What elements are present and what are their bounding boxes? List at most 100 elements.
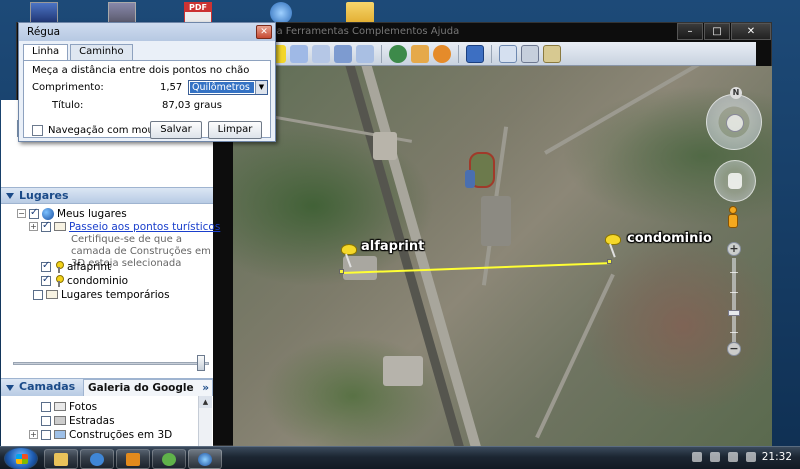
network-icon[interactable] (710, 452, 720, 462)
taskbar-explorer-button[interactable] (44, 449, 78, 469)
compass-control[interactable]: N (706, 87, 762, 150)
close-icon[interactable]: ✕ (256, 25, 272, 39)
layers-scrollbar[interactable]: ▲ (198, 396, 212, 446)
zoom-knob[interactable] (728, 310, 740, 316)
sunlight-icon[interactable] (411, 44, 429, 63)
historical-imagery-icon[interactable] (389, 44, 407, 63)
heading-value: 87,03 graus (162, 100, 222, 111)
tree-item-alfaprint[interactable]: alfaprint (41, 260, 111, 273)
layer-checkbox[interactable] (41, 401, 51, 412)
unit-select[interactable]: Quilômetros ▼ (188, 80, 268, 95)
chevron-right-icon[interactable]: » (202, 380, 209, 396)
print-icon[interactable] (521, 44, 539, 63)
tree-item-temp-places[interactable]: Lugares temporários (33, 288, 170, 301)
window-controls: – □ ✕ (676, 23, 771, 40)
tree-item-my-places[interactable]: − Meus lugares (17, 207, 127, 220)
overlay-tool-icon[interactable] (334, 44, 352, 63)
tab-line[interactable]: Linha (23, 44, 69, 61)
pushpin-alfaprint-icon[interactable] (341, 244, 357, 268)
tree-item-tour[interactable]: + Passeio aos pontos turísticos (29, 220, 220, 233)
taskbar-media-button[interactable] (116, 449, 150, 469)
hand-icon[interactable] (728, 173, 742, 189)
temp-places-checkbox[interactable] (33, 289, 43, 300)
tab-path[interactable]: Caminho (70, 44, 133, 60)
tree-item-condominio[interactable]: condominio (41, 274, 128, 287)
tray-arrow-icon[interactable] (692, 452, 702, 462)
layer-checkbox[interactable] (41, 415, 51, 426)
pushpin-icon (54, 260, 64, 273)
mouse-nav-checkbox[interactable] (32, 125, 43, 136)
opacity-slider-thumb[interactable] (197, 355, 205, 371)
condominio-label: condominio (67, 274, 129, 287)
browser-desktop-icon[interactable] (270, 2, 292, 24)
taskbar-messenger-button[interactable] (152, 449, 186, 469)
chevron-down-icon[interactable]: ▼ (255, 81, 267, 94)
zoom-in-button[interactable]: + (727, 242, 741, 256)
measure-end-point (607, 259, 612, 264)
ruler-tool-icon[interactable] (466, 44, 484, 63)
layer-checkbox[interactable] (41, 429, 51, 440)
save-button[interactable]: Salvar (150, 121, 202, 139)
pegman-body (728, 214, 738, 228)
planets-icon[interactable] (433, 44, 451, 63)
ruler-tabs: Linha Caminho (23, 44, 135, 61)
look-eye-icon[interactable] (726, 114, 744, 132)
collapse-icon[interactable]: − (17, 209, 26, 218)
clock[interactable]: 21:32 (762, 451, 792, 463)
toolbar-separator (491, 44, 492, 63)
road (535, 273, 615, 439)
layer-label: Estradas (69, 414, 115, 427)
layer-item[interactable]: Estradas (41, 414, 115, 427)
zoom-slider[interactable]: + − (727, 242, 741, 358)
scroll-up-icon[interactable]: ▲ (199, 396, 212, 408)
places-header-label: Lugares (19, 189, 69, 202)
maps-view-icon[interactable] (543, 44, 561, 63)
email-icon[interactable] (499, 44, 517, 63)
expand-icon[interactable]: + (29, 222, 38, 231)
ruler-title-bar[interactable]: Régua ✕ (19, 23, 275, 41)
zoom-out-button[interactable]: − (727, 342, 741, 356)
flag-icon[interactable] (728, 452, 738, 462)
polygon-tool-icon[interactable] (290, 44, 308, 63)
my-places-checkbox[interactable] (29, 207, 39, 219)
map-view[interactable]: alfaprint condominio (233, 66, 772, 446)
maximize-button[interactable]: □ (704, 23, 730, 40)
tab-layers[interactable]: Camadas (19, 380, 75, 393)
expand-icon[interactable]: + (29, 430, 38, 439)
move-control[interactable] (714, 160, 756, 202)
volume-icon[interactable] (746, 452, 756, 462)
minimize-button[interactable]: – (677, 23, 703, 40)
start-button[interactable] (4, 447, 38, 469)
layer-item[interactable]: + Construções em 3D (29, 428, 172, 441)
zoom-tick (730, 292, 738, 293)
clear-button[interactable]: Limpar (208, 121, 262, 139)
tab-gallery[interactable]: Galeria do Google Earth » (83, 379, 213, 410)
collapse-arrow-icon[interactable] (6, 385, 14, 391)
menubar[interactable]: ada Ferramentas Complementos Ajuda (264, 26, 459, 37)
zoom-track[interactable] (732, 258, 736, 342)
pushpin-condominio-icon[interactable] (605, 234, 621, 258)
close-window-button[interactable]: ✕ (731, 23, 771, 40)
taskbar-google-earth-button[interactable] (188, 449, 222, 469)
places-header[interactable]: Lugares (1, 187, 213, 204)
building-block (383, 356, 423, 386)
tour-checkbox[interactable] (41, 220, 51, 232)
path-tool-icon[interactable] (312, 44, 330, 63)
tour-link[interactable]: Passeio aos pontos turísticos (69, 221, 220, 233)
opacity-slider-track[interactable] (13, 362, 209, 365)
pin-label-condominio[interactable]: condominio (627, 231, 712, 246)
tour-record-icon[interactable] (356, 44, 374, 63)
folder-icon (46, 290, 58, 299)
north-indicator[interactable]: N (730, 87, 742, 99)
media-player-icon (126, 453, 140, 466)
browser-icon (90, 453, 104, 466)
pegman-icon[interactable] (726, 206, 740, 230)
alfaprint-checkbox[interactable] (41, 260, 51, 272)
layer-item[interactable]: Fotos (41, 400, 97, 413)
pin-label-alfaprint[interactable]: alfaprint (361, 239, 424, 254)
condominio-checkbox[interactable] (41, 274, 51, 286)
taskbar-browser-button[interactable] (80, 449, 114, 469)
collapse-arrow-icon[interactable] (6, 193, 14, 199)
pin-needle (345, 253, 352, 268)
pin-head (341, 244, 357, 255)
